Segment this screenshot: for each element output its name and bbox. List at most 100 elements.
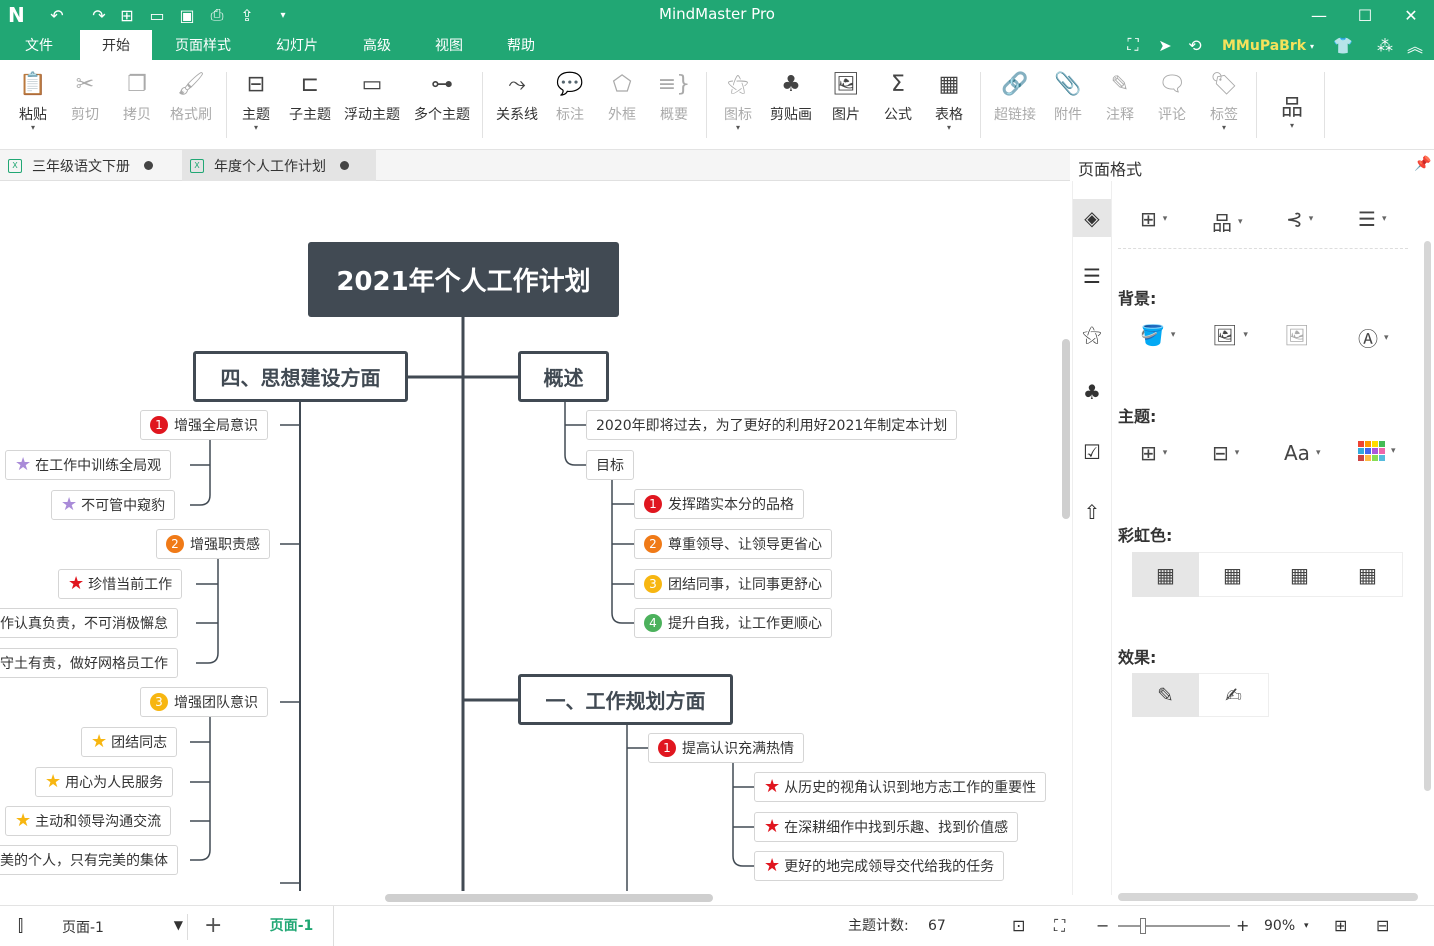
export-icon[interactable]: ⇪: [236, 4, 258, 26]
left-subtopic[interactable]: 1 增强全局意识: [140, 410, 268, 440]
relationship-button[interactable]: ⤳ 关系线: [492, 68, 542, 142]
left-subtopic[interactable]: 3 增强团队意识: [140, 687, 268, 717]
picture-button[interactable]: 🖼 图片: [826, 68, 866, 142]
mindmap-canvas[interactable]: 2021年个人工作计划 四、思想建设方面 概述 一、工作规划方面 1 增强全局意识…: [0, 181, 1060, 891]
effect-option-1[interactable]: ✎: [1132, 673, 1199, 717]
clipart-button[interactable]: ♣ 剪贴画: [766, 68, 816, 142]
color-scheme-dropdown[interactable]: ▾: [1358, 441, 1396, 461]
left-subtopic[interactable]: 守土有责，做好网格员工作: [0, 648, 178, 678]
background-image-dropdown[interactable]: 🖼 ▾: [1212, 323, 1248, 347]
subtopic-button[interactable]: ⊏ 子主题: [286, 68, 334, 142]
share-icon[interactable]: ⟲: [1184, 34, 1206, 56]
page-format-icon[interactable]: ◈: [1073, 199, 1111, 237]
table-button[interactable]: ▦ 表格 ▾: [929, 68, 969, 142]
panel-horizontal-scroll-thumb[interactable]: [1118, 893, 1418, 901]
paste-button[interactable]: 📋 粘贴 ▾: [12, 68, 54, 142]
apps-icon[interactable]: ⁂: [1374, 34, 1396, 56]
topic-button[interactable]: ⊟ 主题 ▾: [236, 68, 276, 142]
main-topic-ideology[interactable]: 四、思想建设方面: [193, 351, 408, 402]
left-subtopic[interactable]: 作认真负责，不可消极懈怠: [0, 608, 178, 638]
main-topic-overview[interactable]: 概述: [518, 351, 609, 402]
send-icon[interactable]: ➤: [1154, 34, 1176, 56]
goal-subtopic[interactable]: 2 尊重领导、让领导更省心: [634, 529, 832, 559]
menu-page-style[interactable]: 页面样式: [162, 30, 244, 60]
zoom-out-icon[interactable]: −: [1096, 906, 1109, 946]
multiple-topics-button[interactable]: ⊶ 多个主题: [410, 68, 474, 142]
save-icon[interactable]: ▣: [176, 4, 198, 26]
effect-option-2[interactable]: ✍: [1199, 673, 1269, 717]
customize-icon[interactable]: ▾: [272, 4, 294, 26]
goal-subtopic[interactable]: 4 提升自我，让工作更顺心: [634, 608, 832, 638]
attachment-button[interactable]: 📎 附件: [1048, 68, 1088, 142]
doc-tab-annual-plan[interactable]: X 年度个人工作计划: [182, 150, 376, 181]
menu-home[interactable]: 开始: [80, 30, 152, 60]
summary-button[interactable]: ≡} 概要: [654, 68, 694, 142]
new-icon[interactable]: ⊞: [116, 4, 138, 26]
menu-advanced[interactable]: 高级: [346, 30, 408, 60]
fit-screen-icon[interactable]: ⛶: [1054, 906, 1065, 946]
doc-tab-grade3[interactable]: X 三年级语文下册: [0, 150, 180, 181]
left-subtopic[interactable]: ★ 在工作中训练全局观: [5, 450, 172, 480]
panel-vertical-scroll-thumb[interactable]: [1424, 241, 1431, 791]
undo-icon[interactable]: ↶: [46, 4, 68, 26]
font-dropdown[interactable]: Aa ▾: [1284, 441, 1320, 465]
outline-icon[interactable]: ☰: [1073, 257, 1111, 295]
fit-page-icon[interactable]: ⊡: [1012, 906, 1025, 946]
minimize-icon[interactable]: —: [1308, 4, 1330, 26]
icon-library-icon[interactable]: ⚝: [1073, 315, 1111, 353]
plan-subtopic[interactable]: ★ 更好的地完成领导交代给我的任务: [754, 851, 1005, 881]
overview-subtopic[interactable]: 目标: [586, 450, 634, 480]
print-icon[interactable]: ⎙: [206, 4, 228, 26]
page-select[interactable]: 页面-1 ▼: [58, 914, 188, 940]
fullscreen-mode-icon[interactable]: ⊟: [1376, 906, 1389, 946]
callout-button[interactable]: 💬 标注: [550, 68, 590, 142]
user-name[interactable]: MMuPaBrk: [1222, 30, 1306, 60]
rainbow-option-2[interactable]: ▦: [1199, 552, 1266, 597]
zoom-dropdown-icon[interactable]: ▾: [1304, 906, 1309, 946]
overview-subtopic[interactable]: 2020年即将过去，为了更好的利用好2021年制定本计划: [586, 410, 958, 440]
main-topic-work-plan[interactable]: 一、工作规划方面: [518, 674, 733, 725]
boundary-button[interactable]: ⬠ 外框: [602, 68, 642, 142]
layout-tree-dropdown[interactable]: 品 ▾: [1212, 207, 1243, 236]
rainbow-option-4[interactable]: ▦: [1333, 552, 1403, 597]
vertical-scrollbar[interactable]: [1060, 181, 1072, 891]
format-painter-button[interactable]: 🖌 格式刷: [166, 68, 216, 142]
left-subtopic[interactable]: ★ 用心为人民服务: [35, 767, 174, 797]
icon-button[interactable]: ⚝ 图标 ▾: [718, 68, 758, 142]
fill-color-dropdown[interactable]: 🪣 ▾: [1140, 323, 1175, 347]
fit-width-icon[interactable]: ⊞: [1334, 906, 1347, 946]
rainbow-option-1[interactable]: ▦: [1132, 552, 1199, 597]
connector-style-dropdown[interactable]: ⊰ ▾: [1286, 207, 1313, 231]
theme-style-dropdown[interactable]: ⊟ ▾: [1212, 441, 1239, 465]
maximize-icon[interactable]: ☐: [1354, 4, 1376, 26]
left-subtopic[interactable]: ★ 不可管中窥豹: [51, 490, 176, 520]
layout-structure-dropdown[interactable]: ⊞ ▾: [1140, 207, 1167, 231]
tag-button[interactable]: 🏷 标签 ▾: [1204, 68, 1244, 142]
cut-button[interactable]: ✂ 剪切: [64, 68, 106, 142]
plan-subtopic[interactable]: 1 提高认识充满热情: [648, 733, 804, 763]
zoom-slider-thumb[interactable]: [1140, 918, 1146, 934]
zoom-slider[interactable]: [1118, 918, 1230, 934]
watermark-dropdown[interactable]: Ⓐ ▾: [1358, 323, 1389, 352]
page-tab-1[interactable]: 页面-1: [250, 906, 334, 946]
menu-slides[interactable]: 幻灯片: [258, 30, 336, 60]
zoom-level[interactable]: 90%: [1264, 906, 1295, 946]
pin-icon[interactable]: 📌: [1414, 156, 1431, 172]
plan-subtopic[interactable]: ★ 从历史的视角认识到地方志工作的重要性: [754, 772, 1047, 802]
fullscreen-icon[interactable]: ⛶: [1122, 34, 1144, 56]
horizontal-scroll-thumb[interactable]: [385, 894, 713, 902]
add-page-icon[interactable]: +: [204, 906, 222, 946]
remove-background-button[interactable]: 🖼: [1284, 323, 1309, 347]
horizontal-scrollbar[interactable]: [0, 891, 1060, 905]
page-panel-toggle-icon[interactable]: ⫿: [18, 906, 23, 946]
menu-file[interactable]: 文件: [8, 30, 70, 60]
vertical-scroll-thumb[interactable]: [1062, 339, 1070, 519]
menu-help[interactable]: 帮助: [490, 30, 552, 60]
floating-topic-button[interactable]: ▭ 浮动主题: [340, 68, 404, 142]
skin-icon[interactable]: 👕: [1332, 34, 1354, 56]
left-subtopic[interactable]: ★ 珍惜当前工作: [58, 569, 183, 599]
left-subtopic[interactable]: 美的个人，只有完美的集体: [0, 845, 178, 875]
goal-subtopic[interactable]: 1 发挥踏实本分的品格: [634, 489, 804, 519]
goal-subtopic[interactable]: 3 团结同事，让同事更舒心: [634, 569, 832, 599]
left-subtopic[interactable]: 2 增强职责感: [156, 529, 270, 559]
